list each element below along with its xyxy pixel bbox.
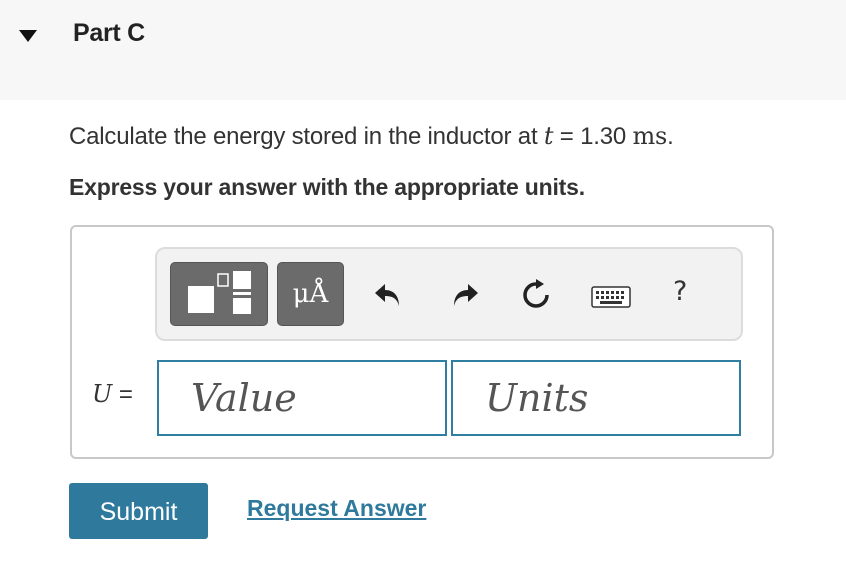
value-input[interactable] [157,360,447,436]
answer-variable-label: U = [92,380,133,409]
instruction-text: Express your answer with the appropriate… [69,174,585,200]
answer-variable: U [92,380,113,408]
redo-icon[interactable] [449,280,481,310]
help-icon[interactable]: ? [673,276,687,307]
templates-icon [188,271,251,314]
submit-button[interactable]: Submit [69,483,208,539]
keyboard-icon[interactable] [591,286,631,308]
collapse-triangle-icon[interactable] [17,28,39,44]
answer-equals: = [112,381,133,408]
part-header [0,0,846,100]
units-icon: μÅ [292,279,329,309]
question-equals: = 1.30 [553,123,633,150]
question-suffix: . [667,123,674,150]
part-title: Part C [73,19,145,47]
undo-icon[interactable] [372,280,404,310]
reset-icon[interactable] [519,278,553,312]
units-input[interactable] [451,360,741,436]
request-answer-link[interactable]: Request Answer [247,495,426,522]
question-unit: ms [632,122,668,150]
question-prefix: Calculate the energy stored in the induc… [69,123,544,150]
question-variable: t [543,122,554,150]
question-text: Calculate the energy stored in the induc… [69,122,674,151]
units-button[interactable]: μÅ [277,262,344,326]
templates-button[interactable] [170,262,268,326]
